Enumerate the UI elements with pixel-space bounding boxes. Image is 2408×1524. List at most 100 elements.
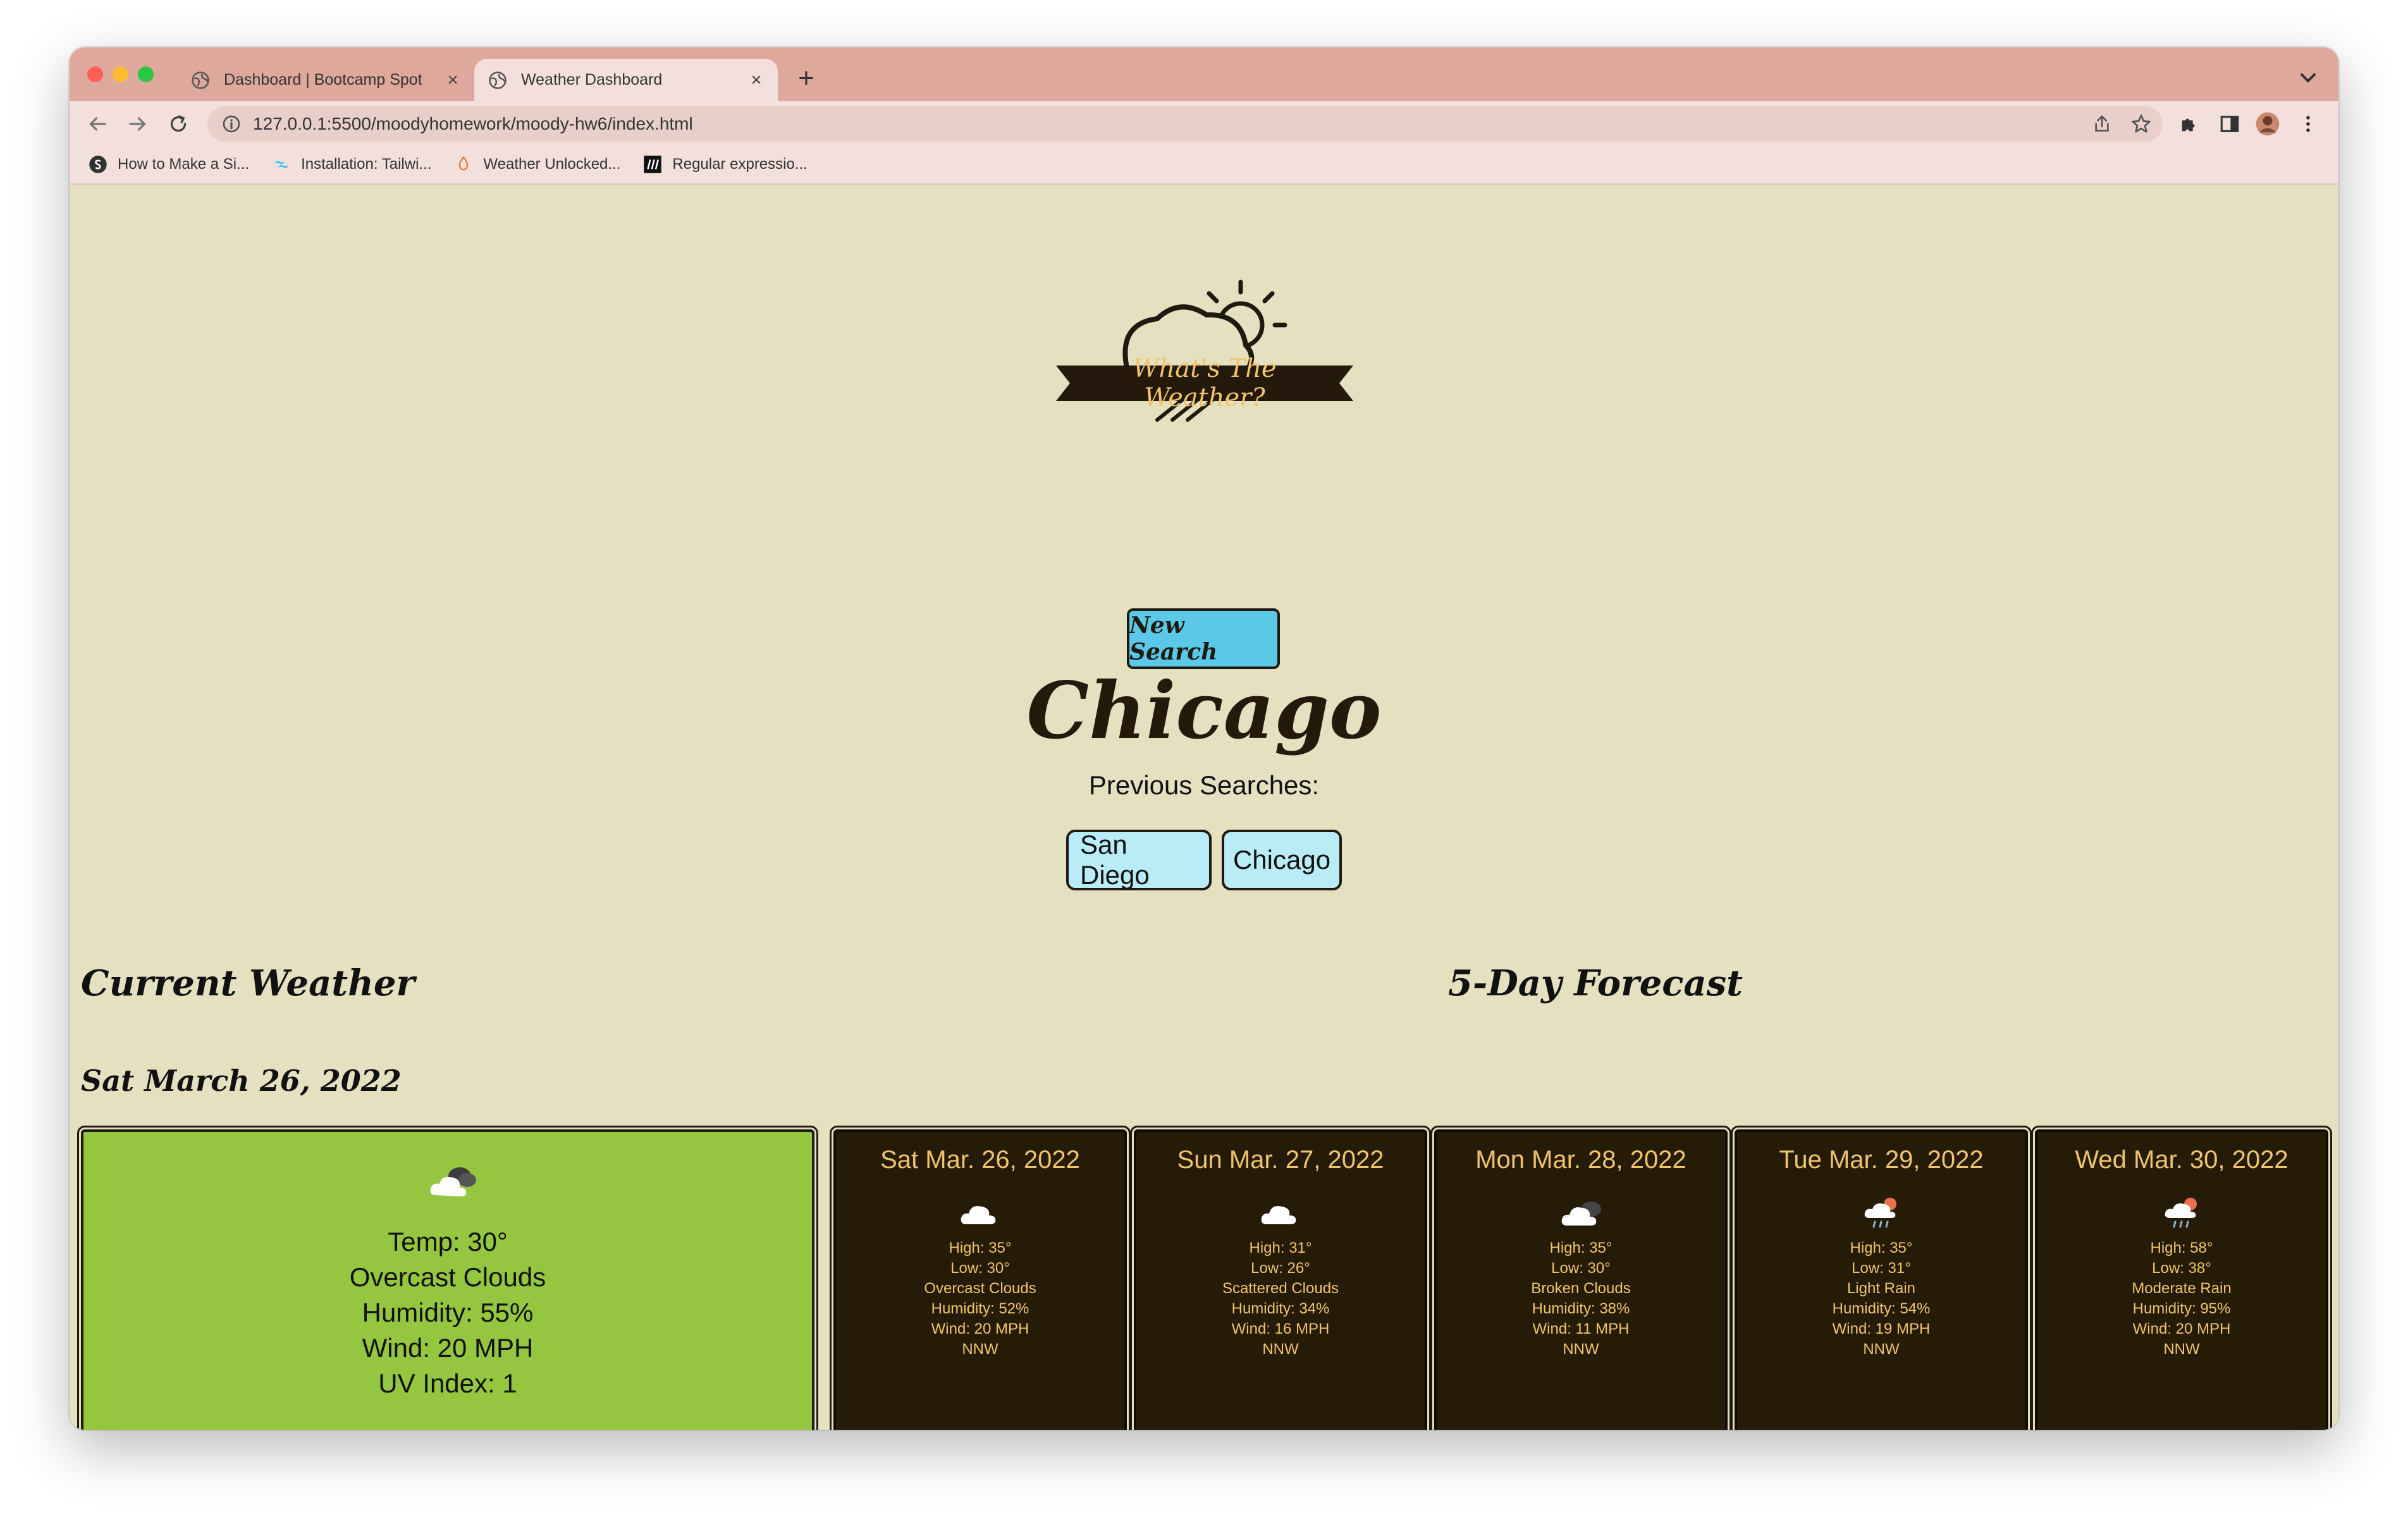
forecast-card: Mon Mar. 28, 2022 High: 35° Low: 30° Bro… — [1430, 1126, 1731, 1430]
forecast-high: High: 35° — [949, 1239, 1012, 1257]
forecast-high: High: 35° — [1850, 1239, 1913, 1257]
forecast-date: Tue Mar. 29, 2022 — [1779, 1146, 1984, 1174]
rain-icon — [1864, 1198, 1896, 1228]
overcast-clouds-icon — [430, 1167, 476, 1196]
globe-icon — [192, 71, 209, 89]
forecast-card: Sun Mar. 27, 2022 High: 31° Low: 26° Sca… — [1130, 1126, 1431, 1430]
current-humidity: Humidity: 55% — [362, 1298, 534, 1327]
forecast-details: High: 35° Low: 31° Light Rain Humidity: … — [1737, 1238, 2025, 1360]
forecast-wind: Wind: 20 MPH — [931, 1320, 1029, 1337]
share-icon[interactable] — [2092, 114, 2112, 134]
forecast-humidity: Humidity: 52% — [931, 1300, 1029, 1317]
tab-close-icon[interactable]: × — [440, 70, 465, 91]
forecast-description: Light Rain — [1846, 1280, 1916, 1297]
forecast-wind-direction: NNW — [1863, 1341, 1900, 1358]
tab-title: Dashboard | Bootcamp Spot — [224, 71, 422, 89]
info-icon[interactable] — [221, 114, 242, 134]
bookmark-item[interactable]: How to Make a Si... — [89, 155, 249, 174]
kebab-menu-icon[interactable] — [2295, 111, 2321, 137]
bookmarks-bar: How to Make a Si... Installation: Tailwi… — [70, 145, 2338, 185]
previous-search-button-san-diego[interactable]: San Diego — [1066, 830, 1212, 890]
current-date: Sat March 26, 2022 — [81, 1064, 402, 1098]
bookmark-item[interactable]: Weather Unlocked... — [454, 155, 620, 174]
forecast-card: Tue Mar. 29, 2022 High: 35° Low: 31° Lig… — [1731, 1126, 2032, 1430]
current-description: Overcast Clouds — [349, 1262, 546, 1292]
bookmark-item[interactable]: Regular expressio... — [643, 155, 808, 174]
forecast-heading: 5-Day Forecast — [1448, 962, 1743, 1004]
forecast-date: Sat Mar. 26, 2022 — [880, 1146, 1080, 1174]
new-search-button[interactable]: New Search — [1127, 608, 1280, 669]
forecast-wind: Wind: 20 MPH — [2132, 1320, 2231, 1337]
arrow-left-icon — [89, 117, 106, 131]
window-maximize-button[interactable] — [138, 66, 154, 82]
forecast-description: Scattered Clouds — [1222, 1280, 1339, 1297]
forecast-wind-direction: NNW — [2163, 1341, 2200, 1358]
weather-unlocked-icon — [459, 156, 469, 171]
city-title: Chicago — [1026, 665, 1382, 757]
forecast-details: High: 35° Low: 30° Broken Clouds Humidit… — [1437, 1238, 1725, 1360]
weather-page: What's The Weather? New Search Chicago P… — [70, 185, 2338, 1430]
forecast-date: Sun Mar. 27, 2022 — [1177, 1146, 1384, 1174]
current-weather-card: Temp: 30° Overcast Clouds Humidity: 55% … — [77, 1126, 818, 1430]
forecast-high: High: 58° — [2150, 1239, 2213, 1257]
tab-weather-dashboard[interactable]: Weather Dashboard × — [474, 59, 778, 101]
window-close-button[interactable] — [87, 66, 103, 82]
forecast-card: Wed Mar. 30, 2022 High: 58° Low: 38° Mod… — [2031, 1126, 2332, 1430]
forecast-humidity: Humidity: 95% — [2132, 1300, 2231, 1317]
forecast-description: Broken Clouds — [1531, 1280, 1631, 1297]
forecast-humidity: Humidity: 38% — [1532, 1300, 1630, 1317]
profile-avatar[interactable] — [2255, 111, 2280, 137]
reload-button[interactable] — [164, 110, 192, 138]
browser-toolbar: 127.0.0.1:5500/moodyhomework/moody-hw6/i… — [70, 101, 2338, 145]
forecast-wind: Wind: 11 MPH — [1532, 1320, 1630, 1337]
logo-text: What's The Weather? — [1133, 354, 1277, 412]
broken-clouds-icon — [1561, 1201, 1601, 1226]
forecast-high: High: 35° — [1549, 1239, 1612, 1257]
forecast-description: Overcast Clouds — [924, 1280, 1036, 1297]
forecast-low: Low: 30° — [1551, 1260, 1611, 1277]
back-button[interactable] — [83, 110, 111, 138]
address-bar[interactable]: 127.0.0.1:5500/moodyhomework/moody-hw6/i… — [207, 106, 2163, 142]
forecast-date: Wed Mar. 30, 2022 — [2075, 1146, 2288, 1174]
tab-strip: Dashboard | Bootcamp Spot × Weather Dash… — [70, 47, 2338, 101]
tab-close-icon[interactable]: × — [744, 70, 769, 91]
previous-searches-label: Previous Searches: — [1088, 770, 1320, 800]
side-panel-icon[interactable] — [2217, 111, 2242, 137]
forecast-wind-direction: NNW — [1262, 1341, 1299, 1358]
bookmark-label: How to Make a Si... — [118, 156, 250, 173]
forward-button[interactable] — [124, 110, 152, 138]
bookmark-star-icon[interactable] — [2130, 113, 2153, 135]
previous-searches-list: San Diego Chicago — [70, 830, 2338, 890]
url-text: 127.0.0.1:5500/moodyhomework/moody-hw6/i… — [253, 114, 693, 133]
browser-window: Dashboard | Bootcamp Spot × Weather Dash… — [70, 47, 2338, 1430]
bookmark-label: Installation: Tailwi... — [301, 156, 432, 173]
forecast-wind: Wind: 16 MPH — [1231, 1320, 1330, 1337]
new-tab-button[interactable]: + — [790, 64, 822, 95]
forecast-low: Low: 30° — [950, 1260, 1010, 1277]
current-temp: Temp: 30° — [388, 1227, 508, 1257]
forecast-humidity: Humidity: 54% — [1832, 1300, 1931, 1317]
tab-bootcamp-dashboard[interactable]: Dashboard | Bootcamp Spot × — [177, 59, 474, 101]
tailwind-icon — [274, 161, 289, 168]
site-logo: What's The Weather? — [1056, 280, 1353, 425]
forecast-humidity: Humidity: 34% — [1231, 1300, 1330, 1317]
forecast-wind-direction: NNW — [962, 1341, 998, 1358]
reload-icon — [170, 115, 187, 132]
mdn-icon — [644, 156, 662, 173]
chevron-down-icon[interactable] — [2295, 65, 2321, 90]
previous-search-button-chicago[interactable]: Chicago — [1222, 830, 1342, 890]
cloud-icon — [1261, 1206, 1296, 1224]
forecast-date: Mon Mar. 28, 2022 — [1475, 1146, 1686, 1174]
extensions-puzzle-icon[interactable] — [2177, 111, 2202, 137]
forecast-high: High: 31° — [1249, 1239, 1312, 1257]
current-weather-heading: Current Weather — [81, 962, 415, 1004]
forecast-details: High: 35° Low: 30° Overcast Clouds Humid… — [836, 1238, 1124, 1360]
rain-icon — [2165, 1198, 2197, 1228]
bookmark-item[interactable]: Installation: Tailwi... — [272, 155, 431, 174]
forecast-low: Low: 38° — [2152, 1260, 2211, 1277]
bookmark-label: Weather Unlocked... — [483, 156, 621, 173]
tab-title: Weather Dashboard — [521, 71, 663, 89]
forecast-wind: Wind: 19 MPH — [1832, 1320, 1931, 1337]
window-minimize-button[interactable] — [113, 66, 128, 82]
forecast-wind-direction: NNW — [1563, 1341, 1599, 1358]
